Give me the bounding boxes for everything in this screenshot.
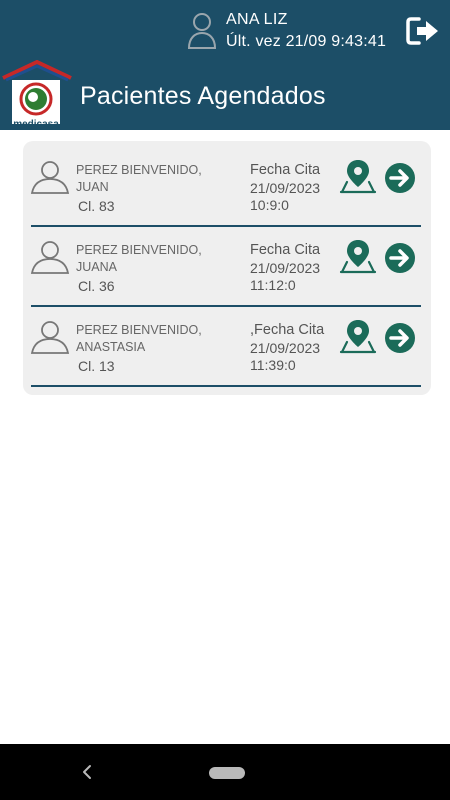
map-pin-icon[interactable] — [339, 158, 377, 194]
last-access: Últ. vez 21/09 9:43:41 — [226, 33, 387, 50]
patient-name: PEREZ BIENVENIDO, JUANA — [76, 242, 226, 276]
arrow-right-icon[interactable] — [384, 162, 416, 194]
user-name: ANA LIZ — [226, 11, 288, 28]
user-icon — [187, 13, 217, 49]
patient-name: PEREZ BIENVENIDO, ANASTASIA — [76, 322, 226, 356]
patient-name-line2: ANASTASIA — [76, 340, 146, 354]
back-icon[interactable] — [80, 762, 94, 782]
map-pin-icon[interactable] — [339, 318, 377, 354]
map-pin-icon[interactable] — [339, 238, 377, 274]
appointment-label: Fecha Cita — [250, 242, 321, 258]
appointment-date: 21/09/2023 — [250, 180, 321, 196]
medicasa-logo: medicasa — [2, 60, 72, 130]
page-title: Pacientes Agendados — [80, 82, 326, 110]
patient-name-line1: PEREZ BIENVENIDO, — [76, 243, 202, 257]
row-divider — [31, 385, 421, 387]
patient-cl: Cl. 13 — [78, 358, 115, 374]
appointment-time: 11:39:0 — [250, 357, 296, 373]
person-icon — [30, 161, 70, 194]
logout-icon[interactable] — [406, 16, 440, 46]
arrow-right-icon[interactable] — [384, 322, 416, 354]
appointment-date: 21/09/2023 — [250, 340, 321, 356]
app-header: medicasa ANA LIZ Últ. vez 21/09 9:43:41 … — [0, 0, 450, 130]
logo-text: medicasa — [13, 119, 59, 130]
patient-name-line1: PEREZ BIENVENIDO, — [76, 163, 202, 177]
patient-row[interactable]: PEREZ BIENVENIDO, JUAN Cl. 83 Fecha Cita… — [23, 141, 431, 227]
appointment-label: ,Fecha Cita — [250, 322, 325, 338]
patient-cl: Cl. 36 — [78, 278, 115, 294]
patient-name-line1: PEREZ BIENVENIDO, — [76, 323, 202, 337]
patient-name-line2: JUANA — [76, 260, 117, 274]
home-pill[interactable] — [209, 767, 245, 779]
patient-name: PEREZ BIENVENIDO, JUAN — [76, 162, 226, 196]
appointment-time: 10:9:0 — [250, 197, 289, 213]
patient-list: PEREZ BIENVENIDO, JUAN Cl. 83 Fecha Cita… — [23, 141, 431, 395]
patient-name-line2: JUAN — [76, 180, 109, 194]
appointment-label: Fecha Cita — [250, 162, 321, 178]
patient-cl: Cl. 83 — [78, 198, 115, 214]
arrow-right-icon[interactable] — [384, 242, 416, 274]
patient-row[interactable]: PEREZ BIENVENIDO, ANASTASIA Cl. 13 ,Fech… — [23, 301, 431, 387]
person-icon — [30, 321, 70, 354]
system-nav-bar — [0, 744, 450, 800]
person-icon — [30, 241, 70, 274]
appointment-date: 21/09/2023 — [250, 260, 321, 276]
appointment-time: 11:12:0 — [250, 277, 296, 293]
patient-row[interactable]: PEREZ BIENVENIDO, JUANA Cl. 36 Fecha Cit… — [23, 221, 431, 307]
